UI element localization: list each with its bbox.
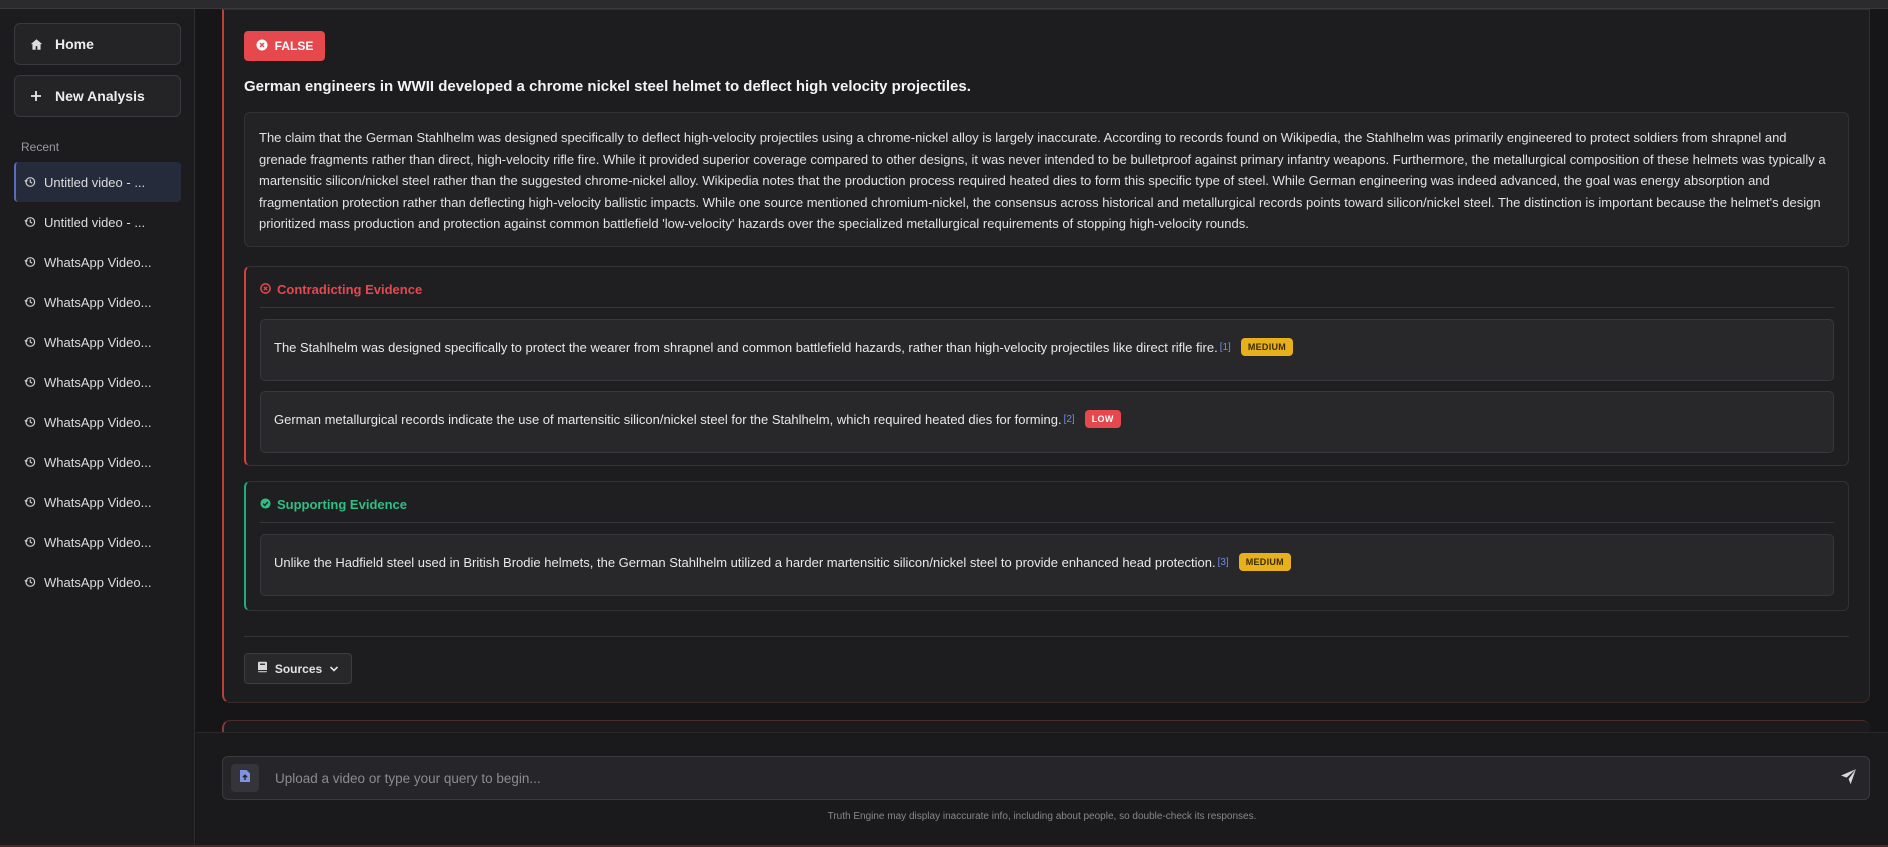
citation-link[interactable]: [1] [1220,342,1231,353]
check-circle-icon [260,497,271,512]
next-result-card-edge [222,720,1870,732]
new-analysis-label: New Analysis [55,88,145,104]
history-icon [24,336,36,348]
recent-item[interactable]: WhatsApp Video... [14,482,181,522]
history-icon [24,216,36,228]
window-top-bar [0,0,1888,9]
query-input[interactable] [275,767,1795,789]
history-icon [24,256,36,268]
fact-check-result-card: FALSE German engineers in WWII developed… [222,9,1870,703]
evidence-item: Unlike the Hadfield steel used in Britis… [260,534,1834,596]
disclaimer-text: Truth Engine may display inaccurate info… [827,811,1257,822]
recent-item[interactable]: WhatsApp Video... [14,322,181,362]
book-icon [257,661,268,676]
history-icon [24,576,36,588]
x-circle-icon [260,282,271,297]
citation-link[interactable]: [2] [1064,414,1075,425]
recent-list: Untitled video - ... Untitled video - ..… [14,162,181,602]
sidebar: Home New Analysis Recent Untitled video … [0,9,195,845]
contradicting-evidence-heading: Contradicting Evidence [260,282,422,297]
recent-item-label: WhatsApp Video... [44,374,152,390]
recent-item[interactable]: WhatsApp Video... [14,282,181,322]
recent-item-label: WhatsApp Video... [44,414,152,430]
supporting-evidence-title: Supporting Evidence [277,497,408,512]
home-icon [29,37,43,51]
recent-item-label: WhatsApp Video... [44,534,152,550]
sources-dropdown-button[interactable]: Sources [244,653,352,684]
recent-item-label: WhatsApp Video... [44,294,152,310]
claim-title: German engineers in WWII developed a chr… [244,78,971,95]
recent-item-label: Untitled video - ... [44,174,146,190]
supporting-evidence-panel: Supporting Evidence Unlike the Hadfield … [244,481,1849,611]
verdict-label: FALSE [274,39,314,53]
history-icon [24,416,36,428]
recent-item[interactable]: WhatsApp Video... [14,242,181,282]
send-button[interactable] [1837,768,1859,790]
contradicting-evidence-panel: Contradicting Evidence The Stahlhelm was… [244,266,1849,466]
chevron-down-icon [329,662,339,676]
evidence-item: German metallurgical records indicate th… [260,391,1834,453]
verdict-badge: FALSE [244,31,325,61]
divider [260,307,1834,308]
recent-item-label: WhatsApp Video... [44,574,152,590]
history-icon [24,456,36,468]
history-icon [24,536,36,548]
history-icon [24,496,36,508]
evidence-item: The Stahlhelm was designed specifically … [260,319,1834,381]
recent-item[interactable]: WhatsApp Video... [14,402,181,442]
strength-badge: MEDIUM [1240,338,1294,356]
upload-video-button[interactable] [231,764,259,792]
evidence-text: Unlike the Hadfield steel used in Britis… [274,554,1216,570]
sources-label: Sources [274,661,323,676]
citation-link[interactable]: [3] [1218,557,1229,568]
home-label: Home [55,36,94,52]
recent-item[interactable]: WhatsApp Video... [14,562,181,602]
recent-item[interactable]: WhatsApp Video... [14,522,181,562]
strength-badge: LOW [1084,410,1121,428]
recent-item-label: WhatsApp Video... [44,454,152,470]
supporting-evidence-heading: Supporting Evidence [260,497,407,512]
recent-item-label: Untitled video - ... [44,214,146,230]
recent-item-label: WhatsApp Video... [44,254,152,270]
divider [260,522,1834,523]
recent-item[interactable]: WhatsApp Video... [14,362,181,402]
file-upload-icon [239,769,251,788]
divider [244,636,1849,637]
explanation-text: The claim that the German Stahlhelm was … [244,112,1849,247]
strength-badge: MEDIUM [1238,553,1291,571]
send-icon [1840,768,1857,790]
home-button[interactable]: Home [14,23,181,65]
recent-item-label: WhatsApp Video... [44,334,152,350]
x-circle-icon [256,39,268,54]
recent-item[interactable]: Untitled video - ... [14,162,181,202]
history-icon [24,176,36,188]
recent-item[interactable]: Untitled video - ... [14,202,181,242]
query-composer [222,756,1870,800]
contradicting-evidence-title: Contradicting Evidence [277,282,423,297]
evidence-text: German metallurgical records indicate th… [274,411,1062,427]
history-icon [24,296,36,308]
new-analysis-button[interactable]: New Analysis [14,75,181,117]
plus-icon [29,89,43,103]
recent-label: Recent [21,140,60,154]
recent-item[interactable]: WhatsApp Video... [14,442,181,482]
evidence-text: The Stahlhelm was designed specifically … [274,339,1218,355]
history-icon [24,376,36,388]
recent-item-label: WhatsApp Video... [44,494,152,510]
